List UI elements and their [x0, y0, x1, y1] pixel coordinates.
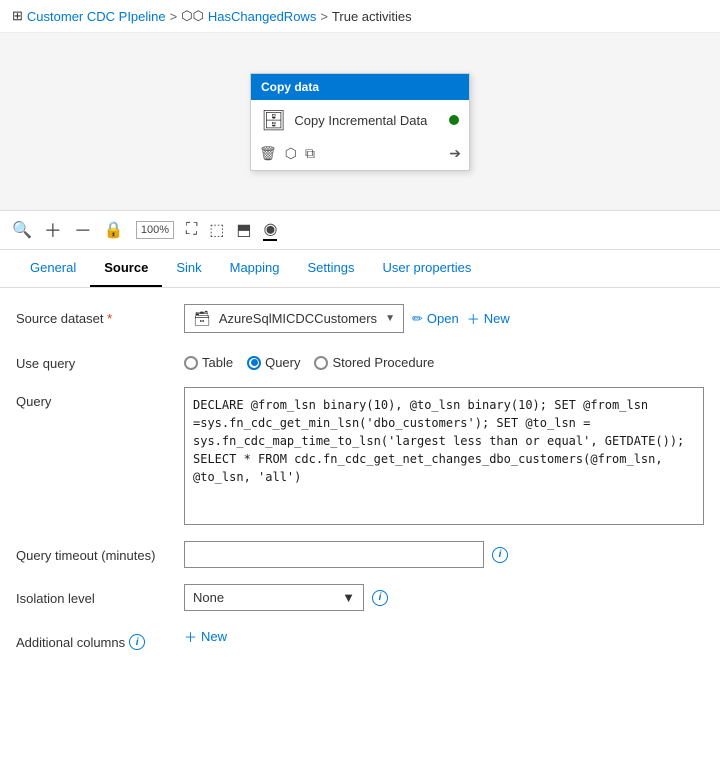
radio-table-circle: [184, 356, 198, 370]
activity-link[interactable]: HasChangedRows: [208, 9, 316, 24]
select-icon[interactable]: ⬚: [209, 220, 224, 240]
copy-node-actions: 🗑 ⬡ ⧉ ➔: [251, 141, 469, 170]
tab-settings[interactable]: Settings: [294, 250, 369, 287]
copy-node-body: 🗄 Copy Incremental Data: [251, 100, 469, 141]
source-dataset-controls: 🗃 AzureSqlMICDCCustomers ▼ ✏ Open ＋ New: [184, 304, 704, 333]
breadcrumb: ⊞ Customer CDC PIpeline > ⬡⬡ HasChangedR…: [0, 0, 720, 33]
duplicate-icon[interactable]: ⧉: [305, 145, 315, 162]
current-page: True activities: [332, 9, 412, 24]
use-query-row: Use query Table Query Stored Procedure: [16, 349, 704, 371]
isolation-level-label: Isolation level: [16, 584, 176, 606]
activity-icon: ⬡⬡: [181, 8, 204, 24]
canvas-area: Copy data 🗄 Copy Incremental Data 🗑 ⬡ ⧉ …: [0, 33, 720, 211]
fit-icon[interactable]: ⛶: [186, 221, 197, 239]
radio-query[interactable]: Query: [247, 355, 300, 370]
go-icon[interactable]: ➔: [449, 145, 461, 162]
open-dataset-button[interactable]: ✏ Open: [412, 311, 459, 327]
isolation-level-controls: None ▼ i: [184, 584, 704, 611]
query-timeout-row: Query timeout (minutes) i: [16, 541, 704, 568]
pencil-icon: ✏: [412, 311, 423, 327]
radio-table-label: Table: [202, 355, 233, 370]
additional-columns-label: Additional columns i: [16, 627, 176, 650]
use-query-label: Use query: [16, 349, 176, 371]
pipeline-view-icon[interactable]: ◉: [263, 219, 277, 241]
tab-sink[interactable]: Sink: [162, 250, 215, 287]
query-textarea[interactable]: [184, 387, 704, 525]
copy-node-status-dot: [449, 115, 459, 125]
copy-node[interactable]: Copy data 🗄 Copy Incremental Data 🗑 ⬡ ⧉ …: [250, 73, 470, 171]
delete-icon[interactable]: 🗑: [259, 145, 277, 162]
source-dataset-value: AzureSqlMICDCCustomers: [219, 311, 377, 326]
radio-stored-procedure-label: Stored Procedure: [332, 355, 434, 370]
copy-node-icon: 🗄: [261, 108, 286, 133]
layout-icon[interactable]: ⬒: [236, 220, 251, 240]
radio-table[interactable]: Table: [184, 355, 233, 370]
use-query-radio-group: Table Query Stored Procedure: [184, 349, 434, 370]
search-icon[interactable]: 🔍: [12, 220, 32, 240]
lock-icon[interactable]: 🔒: [104, 220, 124, 240]
sep1: >: [170, 9, 178, 24]
copy-icon[interactable]: ⬡: [285, 145, 297, 162]
tabs: General Source Sink Mapping Settings Use…: [0, 250, 720, 288]
form-area: Source dataset * 🗃 AzureSqlMICDCCustomer…: [0, 288, 720, 682]
add-icon[interactable]: ＋: [44, 217, 62, 243]
radio-query-label: Query: [265, 355, 300, 370]
pipeline-icon: ⊞: [12, 8, 23, 24]
use-query-controls: Table Query Stored Procedure: [184, 349, 704, 370]
copy-node-label: Copy Incremental Data: [294, 113, 427, 128]
sep2: >: [320, 9, 328, 24]
tab-mapping[interactable]: Mapping: [216, 250, 294, 287]
query-row: Query: [16, 387, 704, 525]
additional-columns-row: Additional columns i ＋ New: [16, 627, 704, 650]
copy-node-header: Copy data: [251, 74, 469, 100]
plus-icon: ＋: [467, 309, 480, 328]
query-timeout-label: Query timeout (minutes): [16, 541, 176, 563]
db-icon: 🗃: [193, 310, 211, 327]
source-dataset-dropdown[interactable]: 🗃 AzureSqlMICDCCustomers ▼: [184, 304, 404, 333]
query-controls: [184, 387, 704, 525]
new-dataset-button[interactable]: ＋ New: [467, 309, 510, 328]
minus-icon[interactable]: －: [74, 217, 92, 243]
additional-columns-controls: ＋ New: [184, 627, 704, 646]
isolation-level-row: Isolation level None ▼ i: [16, 584, 704, 611]
add-column-plus-icon: ＋: [184, 627, 197, 646]
radio-stored-procedure[interactable]: Stored Procedure: [314, 355, 434, 370]
tab-general[interactable]: General: [16, 250, 90, 287]
isolation-level-dropdown[interactable]: None ▼: [184, 584, 364, 611]
dropdown-arrow-icon: ▼: [385, 313, 395, 324]
add-column-button[interactable]: ＋ New: [184, 627, 227, 646]
tab-source[interactable]: Source: [90, 250, 162, 287]
isolation-dropdown-arrow-icon: ▼: [342, 590, 355, 605]
query-timeout-info-icon[interactable]: i: [492, 547, 508, 563]
isolation-level-value: None: [193, 590, 224, 605]
radio-stored-procedure-circle: [314, 356, 328, 370]
pipeline-link[interactable]: Customer CDC PIpeline: [27, 9, 166, 24]
query-timeout-controls: i: [184, 541, 704, 568]
query-timeout-input[interactable]: [184, 541, 484, 568]
source-dataset-label: Source dataset *: [16, 304, 176, 326]
tab-user-properties[interactable]: User properties: [368, 250, 485, 287]
additional-columns-info-icon[interactable]: i: [129, 634, 145, 650]
toolbar: 🔍 ＋ － 🔒 100% ⛶ ⬚ ⬒ ◉: [0, 211, 720, 250]
isolation-level-info-icon[interactable]: i: [372, 590, 388, 606]
zoom-100-icon[interactable]: 100%: [136, 221, 174, 239]
radio-query-circle: [247, 356, 261, 370]
query-label: Query: [16, 387, 176, 409]
source-dataset-row: Source dataset * 🗃 AzureSqlMICDCCustomer…: [16, 304, 704, 333]
